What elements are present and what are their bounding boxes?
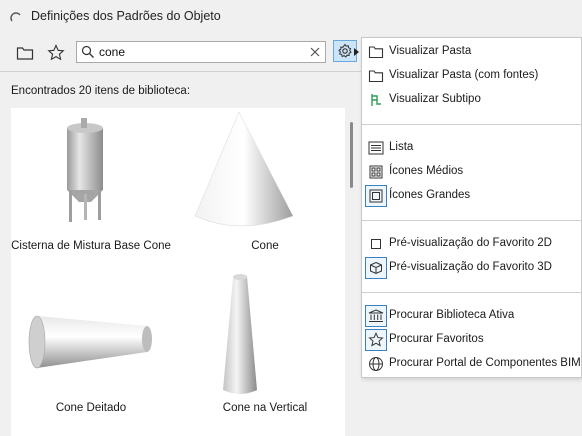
menu-separator <box>362 124 582 125</box>
subtype-icon <box>365 89 387 111</box>
results-grid: Cisterna de Mistura Base Cone Cone Cone <box>11 108 345 436</box>
library-item[interactable]: Cone Deitado <box>11 272 171 432</box>
view-options-menu: Visualizar Pasta Visualizar Pasta (com f… <box>361 37 582 378</box>
scrollbar-thumb[interactable] <box>350 122 353 188</box>
medium-icons-icon <box>365 161 387 183</box>
menu-item-view-folder[interactable]: Visualizar Pasta <box>362 41 582 63</box>
toolbar-divider <box>0 71 362 72</box>
window-title: Definições dos Padrões do Objeto <box>31 9 221 23</box>
item-thumbnail <box>194 111 294 227</box>
item-label: Cone <box>251 240 279 252</box>
title-bar: Definições dos Padrões do Objeto <box>0 0 582 34</box>
library-icon <box>365 305 387 327</box>
menu-separator <box>362 220 582 221</box>
menu-separator <box>362 292 582 293</box>
results-count-label: Encontrados 20 itens de biblioteca: <box>11 85 191 97</box>
menu-item-medium-icons[interactable]: Ícones Médios <box>362 161 582 183</box>
cube-3d-icon <box>365 257 387 279</box>
toolbar <box>0 38 365 68</box>
app-icon <box>10 12 21 22</box>
square-2d-icon <box>365 233 387 255</box>
menu-item-search-favorites[interactable]: Procurar Favoritos <box>362 329 582 351</box>
search-icon <box>81 45 94 58</box>
menu-item-search-bim-portal[interactable]: Procurar Portal de Componentes BIM <box>362 353 582 375</box>
item-label: Cone Deitado <box>55 402 127 414</box>
search-input[interactable] <box>99 44 299 60</box>
large-icons-icon <box>365 185 387 207</box>
star-icon <box>365 329 387 351</box>
folder-icon <box>16 47 34 60</box>
menu-item-search-active-library[interactable]: Procurar Biblioteca Ativa <box>362 305 582 327</box>
gear-icon <box>338 43 352 58</box>
list-icon <box>365 137 387 159</box>
folder-icon <box>365 65 387 87</box>
dropdown-arrow-icon <box>354 48 359 56</box>
menu-item-preview-2d[interactable]: Pré-visualização do Favorito 2D <box>362 233 582 255</box>
search-box[interactable] <box>76 41 326 63</box>
menu-item-preview-3d[interactable]: Pré-visualização do Favorito 3D <box>362 257 582 279</box>
favorites-button[interactable] <box>44 41 68 65</box>
star-icon <box>47 44 65 61</box>
menu-item-view-subtype[interactable]: Visualizar Subtipo <box>362 89 582 111</box>
menu-item-large-icons[interactable]: Ícones Grandes <box>362 185 582 207</box>
globe-icon <box>365 353 387 375</box>
item-thumbnail <box>223 274 257 394</box>
library-item[interactable]: Cone na Vertical <box>185 272 345 432</box>
library-item[interactable]: Cone <box>185 108 345 268</box>
clear-search-icon[interactable] <box>309 46 321 58</box>
item-label: Cone na Vertical <box>222 402 308 414</box>
item-thumbnail <box>67 118 103 222</box>
library-item[interactable]: Cisterna de Mistura Base Cone <box>11 108 171 268</box>
folder-icon <box>365 41 387 63</box>
item-thumbnail <box>28 315 152 369</box>
menu-item-view-folder-sources[interactable]: Visualizar Pasta (com fontes) <box>362 65 582 87</box>
menu-item-list[interactable]: Lista <box>362 137 582 159</box>
item-label: Cisterna de Mistura Base Cone <box>11 240 171 252</box>
folder-view-button[interactable] <box>13 41 37 65</box>
